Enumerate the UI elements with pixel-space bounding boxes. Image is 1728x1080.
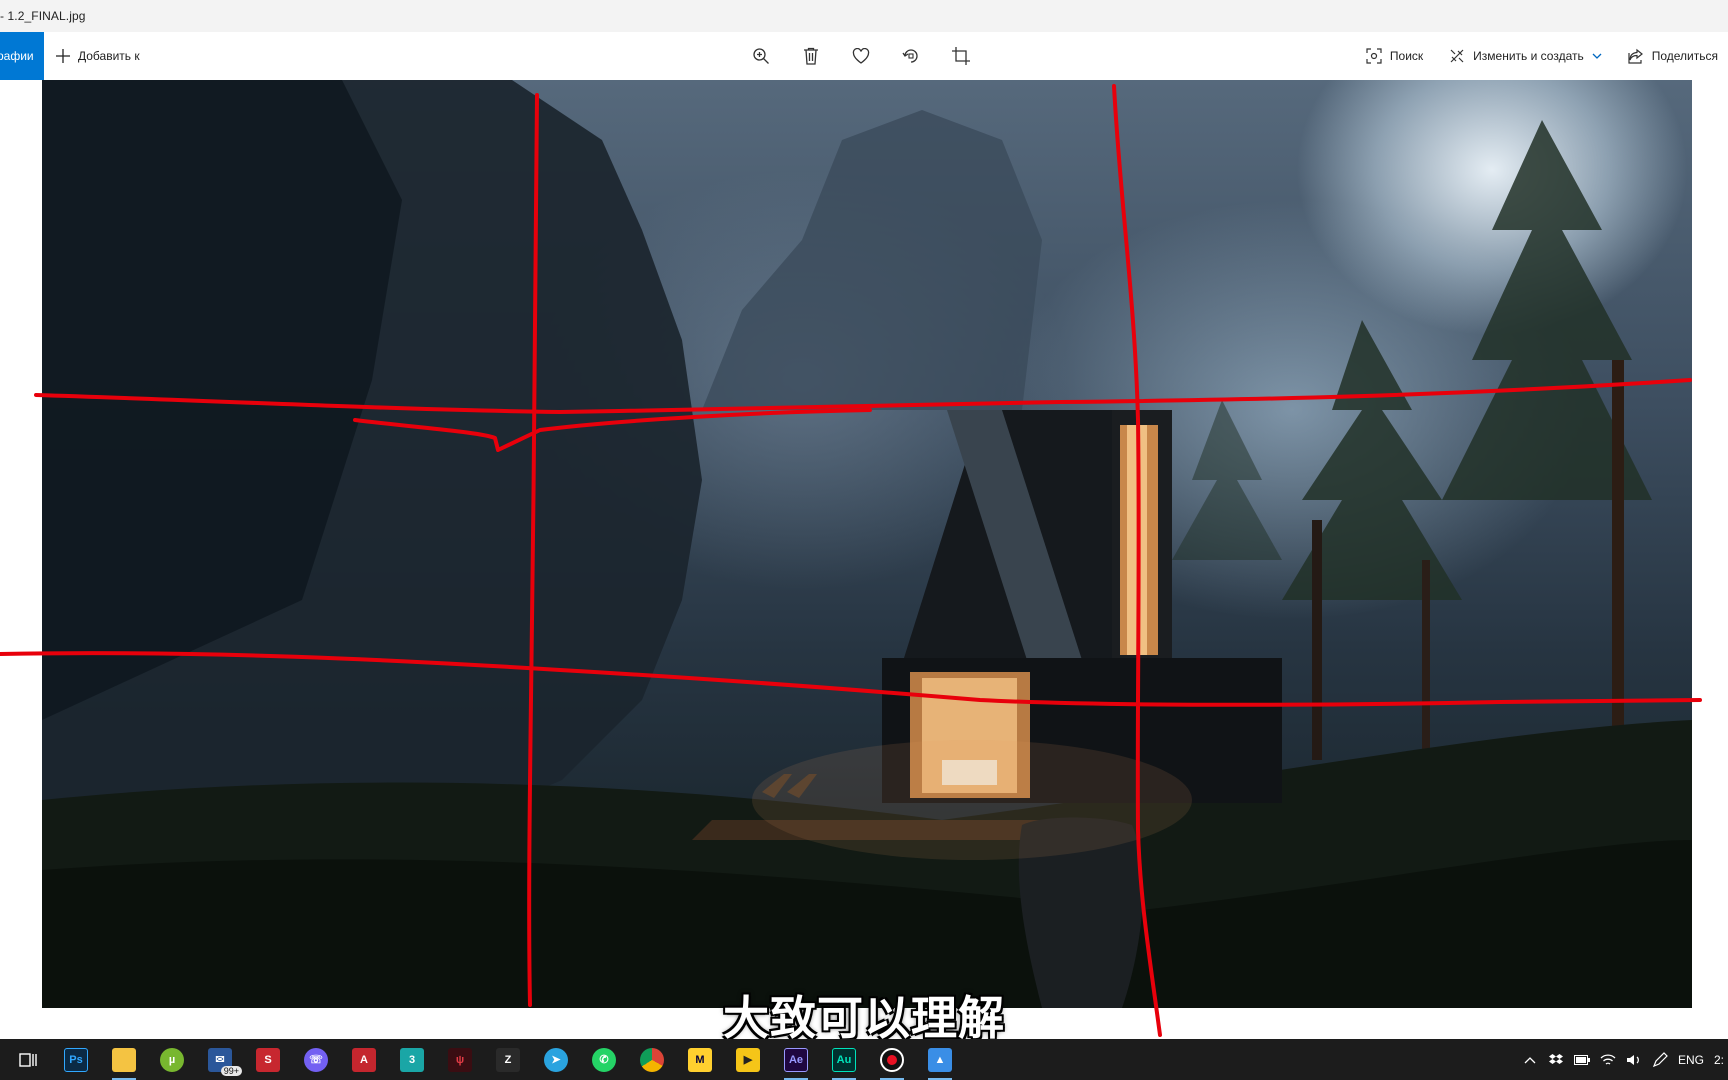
pen-icon[interactable] [1652,1051,1668,1068]
zoom-in-button[interactable] [750,45,772,67]
photoshop-button[interactable]: Ps [60,1044,92,1076]
add-to-button[interactable]: Добавить к [56,32,140,80]
share-icon [1628,48,1644,64]
share-button[interactable]: Поделиться [1628,48,1718,64]
photos-icon: ▲ [928,1047,952,1072]
whatsapp-icon: ✆ [592,1047,616,1072]
predator-button[interactable]: ψ [444,1044,476,1076]
whatsapp-button[interactable]: ✆ [588,1044,620,1076]
zbrush-icon: Z [496,1047,520,1072]
viber-button[interactable]: ☏ [300,1044,332,1076]
autocad-icon: A [352,1047,376,1072]
media-player-button[interactable]: ▶ [732,1044,764,1076]
sketchup-button[interactable]: S [252,1044,284,1076]
crop-icon [952,47,970,65]
miro-icon: M [688,1047,712,1072]
chevron-down-icon [1592,51,1602,61]
recorder-button[interactable] [876,1044,908,1080]
favorite-button[interactable] [850,45,872,67]
mail-badge: 99+ [220,1065,242,1076]
zoom-in-icon [752,47,770,65]
collection-tab-label: рафии [0,49,34,63]
title-bar: - 1.2_FINAL.jpg [0,0,1728,32]
edit-create-label: Изменить и создать [1473,49,1584,63]
dropbox-icon[interactable] [1548,1052,1564,1068]
toolbar-right-actions: Поиск Изменить и создать Поделиться [1366,32,1718,80]
media-player-icon: ▶ [736,1047,760,1072]
crop-button[interactable] [950,45,972,67]
search-button[interactable]: Поиск [1366,48,1423,64]
photos-button[interactable]: ▲ [924,1044,956,1080]
rotate-button[interactable] [900,45,922,67]
windows-taskbar: Ps µ ✉ 99+ S ☏ A 3 ψ Z ➤ ✆ M ▶ Ae Au ▲ EN… [0,1039,1728,1080]
clock[interactable]: 2: [1714,1053,1724,1067]
favorite-icon [852,48,870,64]
file-explorer-button[interactable] [108,1044,140,1080]
after-effects-button[interactable]: Ae [780,1044,812,1080]
3dsmax-button[interactable]: 3 [396,1044,428,1076]
recorder-icon [880,1047,904,1072]
delete-icon [803,47,819,65]
chrome-button[interactable] [636,1044,668,1076]
system-tray: ENG 2: [1522,1039,1728,1080]
wifi-icon[interactable] [1600,1052,1616,1068]
3dsmax-icon: 3 [400,1047,424,1072]
task-view-button[interactable] [12,1044,44,1076]
audition-icon: Au [832,1047,856,1072]
rotate-icon [902,47,920,65]
search-icon [1366,48,1382,64]
utorrent-icon: µ [160,1047,184,1072]
photoshop-icon: Ps [64,1047,88,1072]
window-title: - 1.2_FINAL.jpg [0,9,86,23]
share-label: Поделиться [1651,49,1718,63]
language-indicator[interactable]: ENG [1678,1053,1704,1067]
mail-button[interactable]: ✉ 99+ [204,1044,242,1076]
delete-button[interactable] [800,45,822,67]
active-indicator [928,1077,952,1080]
add-to-label: Добавить к [78,49,140,63]
plus-icon [56,49,70,63]
photo-viewer [0,80,1728,1039]
active-indicator [880,1077,904,1080]
active-indicator [112,1077,136,1080]
toolbar-center-actions [750,32,972,80]
volume-icon[interactable] [1626,1052,1642,1068]
edit-create-button[interactable]: Изменить и создать [1449,48,1602,64]
collection-tab[interactable]: рафии [0,32,44,80]
file-explorer-icon [112,1047,136,1072]
after-effects-icon: Ae [784,1047,808,1072]
chevron-up-icon[interactable] [1522,1052,1538,1068]
taskbar-apps: Ps µ ✉ 99+ S ☏ A 3 ψ Z ➤ ✆ M ▶ Ae Au ▲ [12,1039,956,1080]
active-indicator [784,1077,808,1080]
chrome-icon [640,1047,664,1072]
task-view-icon [19,1052,37,1068]
photos-toolbar: рафии Добавить к Поиск Изменить и создат… [0,32,1728,80]
telegram-icon: ➤ [544,1047,568,1072]
telegram-button[interactable]: ➤ [540,1044,572,1076]
photo-scene [42,80,1692,1008]
battery-icon[interactable] [1573,1052,1590,1068]
active-indicator [832,1077,856,1080]
miro-button[interactable]: M [684,1044,716,1076]
photo-image[interactable] [42,80,1692,1008]
search-label: Поиск [1389,49,1424,63]
autocad-button[interactable]: A [348,1044,380,1076]
sketchup-icon: S [256,1047,280,1072]
zbrush-button[interactable]: Z [492,1044,524,1076]
utorrent-button[interactable]: µ [156,1044,188,1076]
edit-create-icon [1449,48,1465,64]
predator-icon: ψ [448,1047,472,1072]
viber-icon: ☏ [304,1047,328,1072]
audition-button[interactable]: Au [828,1044,860,1080]
